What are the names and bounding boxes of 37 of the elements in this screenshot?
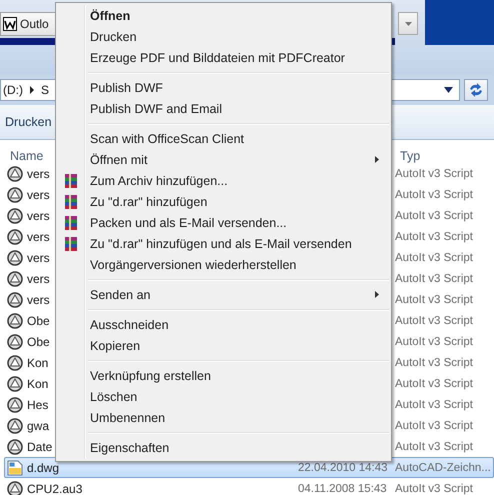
- file-name: vers: [27, 208, 50, 222]
- file-type: AutoIt v3 Script: [395, 482, 473, 494]
- file-type: AutoIt v3 Script: [395, 378, 473, 390]
- file-date: 22.04.2010 14:43: [298, 462, 388, 474]
- file-type: AutoIt v3 Script: [395, 336, 473, 348]
- file-name: Date: [27, 440, 52, 454]
- file-name: vers: [27, 292, 50, 306]
- taskbar-label: Outlo: [20, 17, 49, 31]
- file-type: AutoIt v3 Script: [395, 398, 473, 410]
- file-name: d.dwg: [27, 460, 60, 474]
- file-type: AutoIt v3 Script: [395, 168, 473, 180]
- file-date: 04.11.2008 15:43: [298, 482, 387, 494]
- file-type: AutoIt v3 Script: [395, 230, 473, 242]
- file-type: AutoIt v3 Script: [395, 314, 473, 326]
- file-type: AutoIt v3 Script: [395, 210, 473, 222]
- file-type: AutoIt v3 Script: [395, 440, 473, 452]
- file-name: CPU2.au3: [27, 482, 82, 495]
- file-type: AutoIt v3 Script: [395, 272, 473, 284]
- file-type: AutoIt v3 Script: [395, 188, 473, 200]
- file-type: AutoIt v3 Script: [395, 252, 473, 264]
- file-name: vers: [27, 188, 50, 202]
- file-name: Obe: [27, 314, 50, 328]
- file-type: AutoIt v3 Script: [395, 356, 473, 368]
- file-type: AutoCAD-Zeichn...: [395, 462, 491, 474]
- file-name: Kon: [27, 376, 48, 390]
- address-text: S: [41, 83, 50, 97]
- file-name: Kon: [27, 356, 48, 370]
- file-name: Obe: [27, 334, 50, 348]
- file-name: Hes: [27, 398, 48, 412]
- file-name: vers: [27, 166, 50, 180]
- file-type: AutoIt v3 Script: [395, 420, 473, 432]
- file-name: vers: [27, 250, 50, 264]
- file-type: AutoIt v3 Script: [395, 294, 473, 306]
- file-name: vers: [27, 272, 50, 286]
- file-name: gwa: [27, 418, 50, 432]
- file-name: vers: [27, 230, 50, 244]
- address-text: (D:): [3, 83, 23, 97]
